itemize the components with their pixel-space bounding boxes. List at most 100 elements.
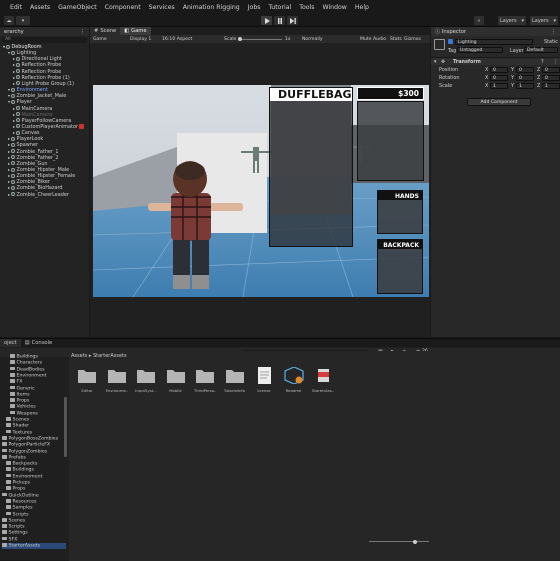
- expand-arrow-icon[interactable]: ▸: [8, 142, 10, 147]
- asset-item[interactable]: StarterAss...: [312, 367, 334, 393]
- transform-z-field[interactable]: 1: [542, 82, 560, 89]
- transform-z-field[interactable]: 0: [542, 74, 560, 81]
- tab-console[interactable]: ▤ Console: [21, 339, 57, 347]
- mute-audio-toggle[interactable]: Mute Audio: [360, 37, 386, 42]
- help-icon[interactable]: ?: [541, 59, 544, 65]
- expand-arrow-icon[interactable]: ▸: [8, 167, 10, 172]
- expand-arrow-icon[interactable]: ▸: [8, 161, 10, 166]
- hierarchy-search[interactable]: All: [2, 37, 87, 43]
- menu-services[interactable]: Services: [145, 4, 179, 11]
- menu-window[interactable]: Window: [318, 4, 350, 11]
- expand-arrow-icon[interactable]: ▸: [8, 192, 10, 197]
- menu-tutorial[interactable]: Tutorial: [264, 4, 295, 11]
- asset-item[interactable]: TutorialInfo: [224, 367, 246, 393]
- project-folder-item[interactable]: PolygonParticleFX: [2, 442, 50, 448]
- project-folder-item[interactable]: Resources: [6, 498, 36, 505]
- hierarchy-item[interactable]: ▸ Zombie_CheerLeader: [8, 192, 69, 198]
- project-folder-item[interactable]: Scenes: [2, 517, 25, 524]
- asset-item[interactable]: license: [253, 367, 275, 393]
- expand-arrow-icon[interactable]: ▸: [13, 124, 15, 129]
- expand-arrow-icon[interactable]: ▸: [8, 173, 10, 178]
- expand-arrow-icon[interactable]: ▸: [13, 62, 15, 67]
- expand-arrow-icon[interactable]: ▾: [8, 87, 10, 92]
- project-folder-item[interactable]: Shader: [6, 423, 29, 429]
- expand-arrow-icon[interactable]: ▸: [13, 118, 15, 123]
- project-folder-item[interactable]: SFX: [2, 536, 17, 543]
- display-dropdown[interactable]: Game: [93, 37, 107, 42]
- object-name-field[interactable]: Lighting: [455, 38, 533, 45]
- project-folder-item[interactable]: StarterAssets: [2, 543, 66, 550]
- game-viewport[interactable]: DUFFLEBAG $300 HANDS BACKPACK: [93, 85, 429, 297]
- pause-button[interactable]: [274, 16, 285, 25]
- project-folder-item[interactable]: Prefabs: [2, 454, 26, 461]
- breadcrumb-assets[interactable]: Assets: [71, 353, 87, 359]
- asset-item[interactable]: Mobile: [165, 367, 187, 393]
- expand-arrow-icon[interactable]: ▾: [8, 93, 10, 98]
- expand-arrow-icon[interactable]: ▾: [3, 44, 5, 49]
- menu-jobs[interactable]: Jobs: [244, 4, 265, 11]
- asset-item[interactable]: Environme...: [106, 367, 128, 393]
- tab-game[interactable]: ◧ Game: [120, 27, 151, 35]
- menu-gameobject[interactable]: GameObject: [54, 4, 101, 11]
- transform-x-field[interactable]: 0: [490, 74, 508, 81]
- collab-button[interactable]: ▾: [16, 16, 30, 25]
- tab-scene[interactable]: # Scene: [90, 27, 121, 35]
- breadcrumb-starterassets[interactable]: StarterAssets: [93, 353, 127, 359]
- project-folder-item[interactable]: Props: [10, 398, 29, 404]
- step-button[interactable]: [287, 16, 298, 25]
- expand-arrow-icon[interactable]: ▸: [8, 155, 10, 160]
- layout-dropdown[interactable]: Layers ▾: [530, 16, 558, 25]
- aspect-dropdown[interactable]: 16:10 Aspect: [162, 37, 192, 42]
- transform-z-field[interactable]: 0: [542, 66, 560, 73]
- expand-arrow-icon[interactable]: ▸: [13, 112, 15, 117]
- active-checkbox[interactable]: [448, 39, 453, 44]
- menu-edit[interactable]: Edit: [6, 4, 26, 11]
- transform-y-field[interactable]: 0: [516, 66, 534, 73]
- project-folder-item[interactable]: Scenes: [6, 417, 29, 423]
- expand-arrow-icon[interactable]: ▸: [13, 130, 15, 135]
- hierarchy-tab[interactable]: erarchy ⋮: [0, 27, 89, 36]
- expand-arrow-icon[interactable]: ▸: [8, 185, 10, 190]
- play-button[interactable]: [261, 16, 272, 25]
- asset-item[interactable]: Readme: [283, 366, 305, 393]
- transform-x-field[interactable]: 0: [490, 66, 508, 73]
- asset-item[interactable]: InputSyst...: [135, 367, 157, 393]
- project-folder-item[interactable]: Scripts: [2, 524, 25, 530]
- transform-y-field[interactable]: 1: [516, 82, 534, 89]
- project-folder-item[interactable]: Environment: [6, 473, 42, 480]
- icon-size-slider-handle[interactable]: [413, 539, 417, 544]
- gizmos-dropdown[interactable]: Gizmos: [404, 37, 421, 42]
- project-folder-item[interactable]: DeadBodies: [10, 366, 45, 373]
- play-mode-dropdown[interactable]: Normally: [302, 37, 323, 42]
- project-folder-item[interactable]: QuickOutline: [2, 492, 39, 499]
- expand-arrow-icon[interactable]: ▸: [13, 81, 15, 86]
- project-folder-item[interactable]: Settings: [2, 530, 28, 536]
- expand-arrow-icon[interactable]: ▸: [13, 56, 15, 61]
- add-component-button[interactable]: Add Component: [467, 98, 531, 106]
- expand-arrow-icon[interactable]: ▸: [13, 69, 15, 74]
- project-folder-item[interactable]: Environment: [10, 372, 46, 379]
- scale-slider[interactable]: [238, 37, 282, 41]
- layer-dropdown[interactable]: Default: [524, 47, 558, 53]
- tag-dropdown[interactable]: Untagged: [457, 47, 503, 53]
- asset-item[interactable]: ThirdPerso...: [194, 367, 216, 393]
- menu-component[interactable]: Component: [101, 4, 145, 11]
- icon-size-slider[interactable]: [369, 539, 429, 544]
- stats-toggle[interactable]: Stats: [390, 37, 402, 42]
- project-folder-item[interactable]: Buildings: [10, 354, 38, 360]
- transform-x-field[interactable]: 1: [490, 82, 508, 89]
- asset-item[interactable]: Editor: [76, 367, 98, 393]
- menu-assets[interactable]: Assets: [26, 4, 54, 11]
- display-number-dropdown[interactable]: Display 1: [130, 37, 151, 42]
- project-folder-item[interactable]: Vehicles: [10, 404, 36, 410]
- project-folder-item[interactable]: Props: [6, 486, 25, 492]
- expand-arrow-icon[interactable]: ▸: [8, 136, 10, 141]
- inspector-tab[interactable]: ⓘ Inspector ⋮: [431, 27, 560, 36]
- project-folder-item[interactable]: Weapons: [10, 410, 38, 417]
- tab-project[interactable]: oject: [0, 339, 21, 347]
- transform-header[interactable]: ▾ ✥ Transform ? ⋮: [431, 57, 560, 65]
- more-icon[interactable]: ⋮: [553, 59, 558, 65]
- project-folder-item[interactable]: Generic: [10, 385, 35, 392]
- static-toggle[interactable]: Static: [544, 39, 558, 45]
- expand-arrow-icon[interactable]: ▸: [8, 179, 10, 184]
